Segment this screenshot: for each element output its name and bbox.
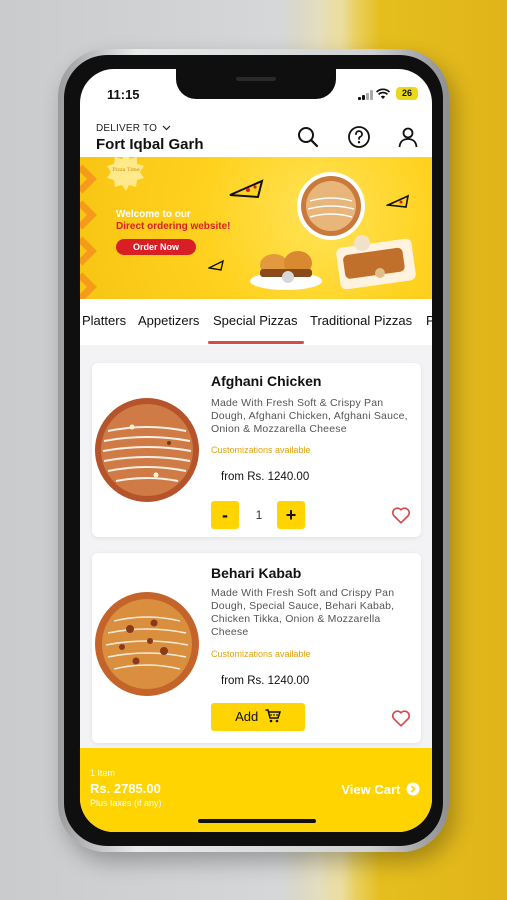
product-name: Behari Kabab	[211, 565, 302, 581]
quantity-value: 1	[255, 508, 263, 522]
product-description: Made With Fresh Soft & Crispy Pan Dough,…	[211, 397, 408, 435]
heart-icon[interactable]	[390, 504, 412, 526]
deliver-to-selector[interactable]: DELIVER TO	[96, 123, 171, 134]
product-image	[95, 398, 199, 502]
product-price: from Rs. 1240.00	[221, 471, 310, 483]
wifi-icon	[376, 88, 390, 99]
active-tab-indicator	[208, 341, 304, 344]
profile-icon[interactable]	[396, 125, 420, 149]
speaker-grille	[236, 77, 276, 81]
phone-notch	[176, 69, 336, 99]
signal-icon	[358, 90, 373, 100]
tab-special-pizzas[interactable]: Special Pizzas	[213, 313, 298, 328]
banner-burger-image	[250, 251, 322, 290]
banner-pizza-image	[297, 172, 365, 240]
banner-welcome-text: Welcome to our	[116, 209, 191, 220]
view-cart-button[interactable]: View Cart	[341, 782, 420, 797]
product-card[interactable]: Afghani Chicken Made With Fresh Soft & C…	[92, 363, 421, 537]
cart-summary-bar[interactable]: 1 Item Rs. 2785.00 Plus taxes (if any) V…	[80, 748, 432, 832]
add-button-label: Add	[235, 709, 259, 724]
tab-appetizers[interactable]: Appetizers	[138, 313, 199, 328]
product-image	[95, 592, 199, 696]
product-card[interactable]: Behari Kabab Made With Fresh Soft and Cr…	[92, 553, 421, 743]
cart-tax-note: Plus taxes (if any)	[90, 798, 162, 808]
product-description: Made With Fresh Soft and Crispy Pan Doug…	[211, 587, 395, 638]
pizza-doodle-icon	[229, 179, 264, 199]
search-icon[interactable]	[296, 125, 320, 149]
cart-icon	[265, 709, 281, 723]
category-tabs: Platters Appetizers Special Pizzas Tradi…	[80, 307, 432, 347]
add-to-cart-button[interactable]: Add	[211, 703, 305, 731]
svg-text:Pizza Time: Pizza Time	[112, 167, 139, 173]
chevron-down-icon	[162, 125, 171, 131]
pizza-doodle-icon	[208, 259, 225, 271]
promo-banner[interactable]: Pizza Time Welcome to our Direct orderin…	[80, 157, 432, 299]
tab-traditional-pizzas[interactable]: Traditional Pizzas	[310, 313, 412, 328]
arrow-right-circle-icon	[406, 782, 420, 796]
increase-quantity-button[interactable]: +	[277, 501, 305, 529]
tab-next-category[interactable]: P	[426, 313, 432, 328]
home-indicator	[198, 819, 316, 823]
app-header: DELIVER TO Fort Iqbal Garh	[80, 121, 432, 161]
banner-platter-image	[336, 235, 416, 289]
quantity-stepper: - 1 +	[211, 501, 307, 529]
customizations-label: Customizations available	[211, 445, 311, 455]
decrease-quantity-button[interactable]: -	[211, 501, 239, 529]
delivery-location[interactable]: Fort Iqbal Garh	[96, 136, 204, 153]
pizza-doodle-icon	[386, 194, 410, 208]
cart-item-count: 1 Item	[90, 768, 116, 778]
heart-icon[interactable]	[390, 707, 412, 729]
customizations-label: Customizations available	[211, 649, 311, 659]
help-icon[interactable]	[347, 125, 371, 149]
tab-platters[interactable]: Platters	[82, 313, 126, 328]
view-cart-label: View Cart	[341, 782, 401, 797]
order-now-button[interactable]: Order Now	[116, 239, 196, 255]
brand-logo: Pizza Time	[107, 157, 144, 191]
status-time: 11:15	[107, 87, 140, 102]
cart-total: Rs. 2785.00	[90, 781, 161, 796]
app-screen: 11:15 26 DELIVER TO Fort Iqbal Garh Pizz…	[80, 69, 432, 832]
product-name: Afghani Chicken	[211, 373, 322, 389]
product-price: from Rs. 1240.00	[221, 675, 310, 687]
battery-indicator: 26	[396, 87, 418, 100]
deliver-to-label: DELIVER TO	[96, 123, 158, 134]
banner-headline: Direct ordering website!	[116, 221, 231, 232]
